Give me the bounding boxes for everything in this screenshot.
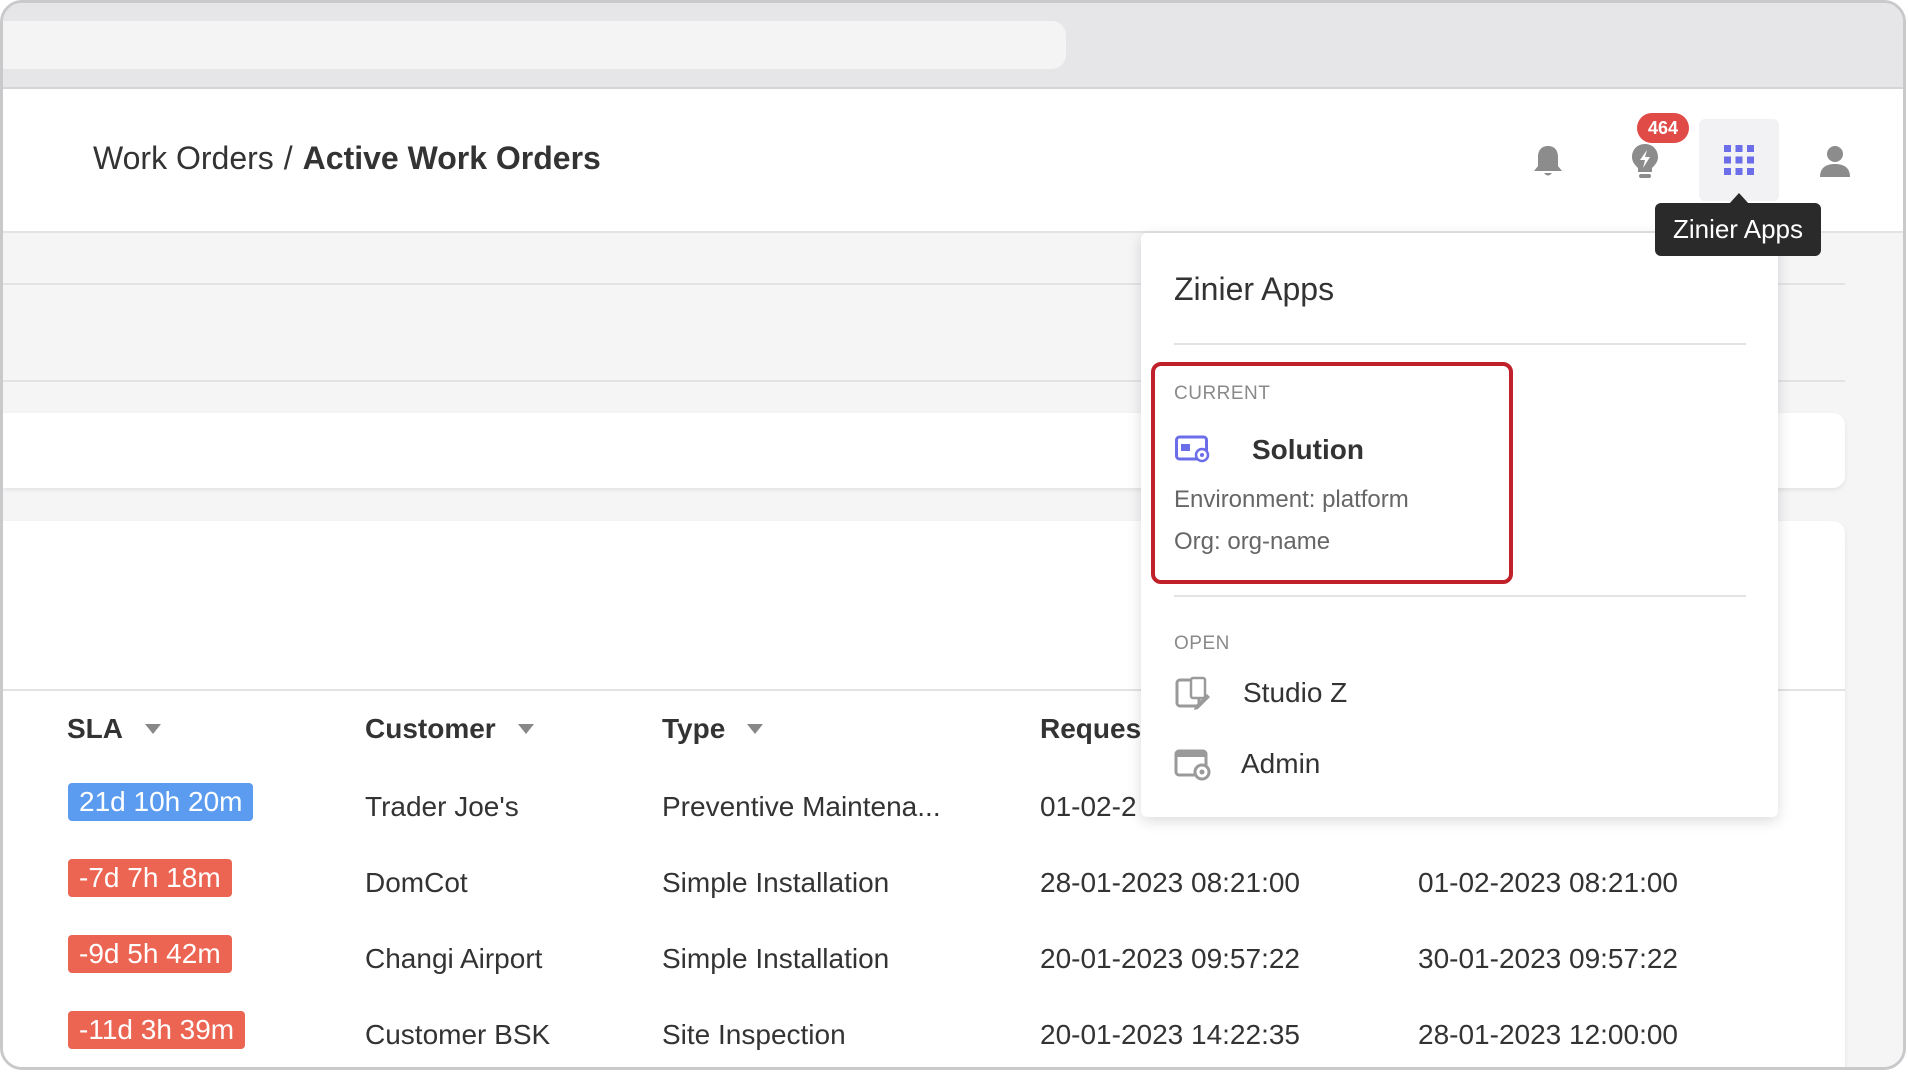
table-row[interactable]: -7d 7h 18m DomCot Simple Installation 28… (3, 843, 1845, 921)
table-row[interactable]: -9d 5h 42m Changi Airport Simple Install… (3, 919, 1845, 997)
open-app-admin[interactable]: Admin (1174, 747, 1320, 781)
app-header: Work Orders / Active Work Orders 464 (3, 89, 1903, 233)
customer-cell: Customer BSK (365, 1019, 551, 1050)
sort-caret-icon[interactable] (517, 724, 534, 734)
admin-icon (1174, 747, 1212, 781)
sort-caret-icon[interactable] (747, 724, 764, 734)
breadcrumb: Work Orders / Active Work Orders (93, 140, 601, 177)
column-header-label: Customer (365, 713, 496, 744)
due-cell: 28-01-2023 12:00:00 (1418, 1019, 1678, 1050)
sla-badge: 21d 10h 20m (68, 783, 254, 821)
lightbulb-icon[interactable] (1625, 141, 1665, 181)
page-title: Active Work Orders (302, 140, 601, 176)
section-label-open: OPEN (1174, 633, 1230, 654)
current-app-solution[interactable]: Solution (1174, 433, 1364, 467)
column-header-label: Type (662, 713, 726, 744)
requested-cell: 20-01-2023 14:22:35 (1040, 1019, 1300, 1050)
breadcrumb-separator: / (283, 140, 293, 176)
current-app-environment: Environment: platform (1174, 486, 1409, 513)
solution-icon (1174, 433, 1212, 467)
customer-cell: Trader Joe's (365, 791, 519, 822)
type-cell: Site Inspection (662, 1019, 846, 1050)
grid-icon (1724, 145, 1754, 175)
studio-z-icon (1174, 676, 1212, 710)
open-app-name: Admin (1241, 748, 1321, 779)
sla-badge: -7d 7h 18m (68, 859, 232, 897)
column-header-label: Reques (1040, 713, 1142, 744)
requested-cell: 01-02-2 (1040, 791, 1137, 822)
address-bar[interactable] (3, 21, 1066, 69)
divider (1174, 343, 1746, 345)
section-label-current: CURRENT (1174, 383, 1271, 404)
column-header-customer[interactable]: Customer (365, 713, 534, 745)
due-cell: 01-02-2023 08:21:00 (1418, 867, 1678, 898)
requested-cell: 20-01-2023 09:57:22 (1040, 943, 1300, 974)
type-cell: Simple Installation (662, 943, 890, 974)
sla-badge: -9d 5h 42m (68, 935, 232, 973)
customer-cell: DomCot (365, 867, 468, 898)
column-header-sla[interactable]: SLA (67, 713, 161, 745)
browser-window: Work Orders / Active Work Orders 464 SLA… (0, 0, 1906, 1070)
column-header-type[interactable]: Type (662, 713, 764, 745)
current-app-name: Solution (1252, 434, 1364, 465)
apps-launcher-button[interactable] (1699, 119, 1779, 201)
column-header-requested[interactable]: Reques (1040, 713, 1141, 745)
open-app-studio-z[interactable]: Studio Z (1174, 676, 1347, 710)
type-cell: Simple Installation (662, 867, 890, 898)
apps-tooltip: Zinier Apps (1655, 203, 1821, 256)
due-cell: 30-01-2023 09:57:22 (1418, 943, 1678, 974)
user-avatar-icon[interactable] (1815, 141, 1855, 181)
breadcrumb-parent[interactable]: Work Orders (93, 140, 274, 176)
browser-toolbar (3, 3, 1903, 89)
type-cell: Preventive Maintena... (662, 791, 941, 822)
open-app-name: Studio Z (1243, 677, 1348, 708)
bell-icon[interactable] (1528, 141, 1568, 181)
table-row[interactable]: -11d 3h 39m Customer BSK Site Inspection… (3, 995, 1845, 1067)
requested-cell: 28-01-2023 08:21:00 (1040, 867, 1300, 898)
customer-cell: Changi Airport (365, 943, 543, 974)
current-app-org: Org: org-name (1174, 528, 1331, 555)
notifications-badge: 464 (1637, 113, 1689, 143)
apps-dropdown-panel: Zinier Apps CURRENT Solution Environment… (1141, 233, 1778, 817)
sla-badge: -11d 3h 39m (68, 1011, 246, 1049)
panel-title: Zinier Apps (1174, 271, 1335, 307)
column-header-label: SLA (67, 713, 123, 744)
sort-caret-icon[interactable] (145, 724, 161, 734)
divider (1174, 595, 1746, 597)
